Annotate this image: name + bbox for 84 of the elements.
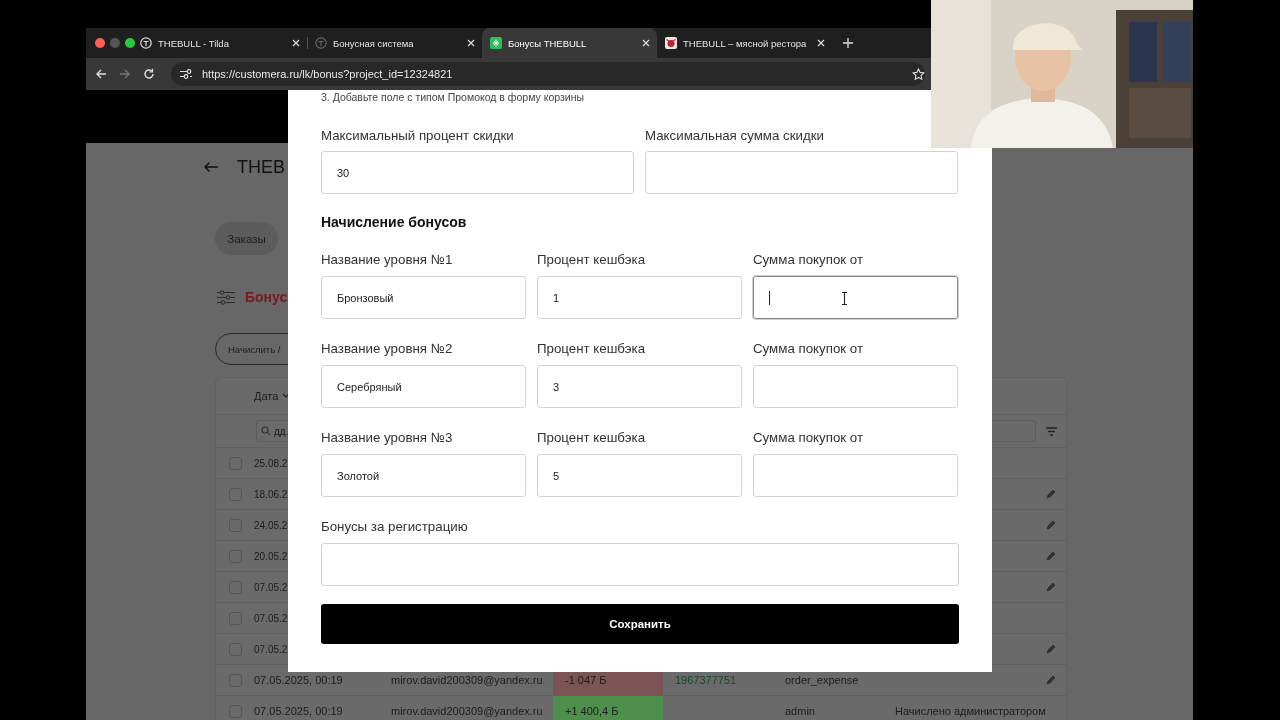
- date-text: 20.05.2: [254, 550, 288, 562]
- comment-text: Начислено администратором: [895, 705, 1046, 717]
- field-label: Максимальный процент скидки: [321, 128, 514, 144]
- field-value: 3: [553, 380, 560, 393]
- input-field[interactable]: 3: [537, 365, 742, 408]
- site-settings-icon[interactable]: [179, 68, 193, 80]
- text-cursor-icon: [841, 292, 848, 305]
- input-field[interactable]: Серебряный: [321, 365, 526, 408]
- url-text: https://customera.ru/lk/bonus?project_id=12324821: [202, 68, 454, 80]
- field-label: Сумма покупок от: [753, 341, 863, 357]
- field-label: Сумма покупок от: [753, 252, 863, 268]
- window-control-icon[interactable]: [124, 37, 136, 49]
- search-icon: [261, 426, 271, 436]
- pencil-icon[interactable]: [1046, 644, 1056, 654]
- pencil-icon[interactable]: [1046, 582, 1056, 592]
- window-control-icon[interactable]: [94, 37, 106, 49]
- browser-tab[interactable]: THEBULL - Tilda: [132, 28, 307, 58]
- date-text: 25.08.2: [254, 457, 288, 469]
- date-text: 07.05.2025, 00:19: [254, 705, 343, 717]
- close-icon[interactable]: [641, 38, 651, 48]
- search-placeholder: дд.: [274, 425, 289, 437]
- browser-tab[interactable]: THEBULL – мясной рестора: [657, 28, 832, 58]
- field-value: Золотой: [337, 469, 380, 482]
- input-field[interactable]: 30: [321, 151, 634, 194]
- pencil-icon[interactable]: [1046, 551, 1056, 561]
- field-label: Процент кешбэка: [537, 252, 646, 268]
- input-field[interactable]: Золотой: [321, 454, 526, 497]
- browser-tab[interactable]: Бонусы THEBULL: [482, 28, 657, 58]
- tilda-logo-icon: [315, 37, 327, 49]
- section-heading: Начисление бонусов: [321, 214, 467, 230]
- field-label: Процент кешбэка: [537, 430, 646, 446]
- tab-title: Бонусная система: [333, 37, 415, 49]
- section-title: Бонус: [245, 289, 288, 305]
- input-field[interactable]: Бронзовый: [321, 276, 526, 319]
- input-field[interactable]: [753, 276, 958, 319]
- bull-logo-icon: [665, 37, 677, 49]
- new-tab-icon[interactable]: [842, 37, 854, 49]
- email-text: mirov.david200309@yandex.ru: [391, 705, 543, 717]
- order-number: 1967377751: [675, 674, 737, 686]
- address-bar[interactable]: https://customera.ru/lk/bonus?project_id=12324821: [171, 62, 925, 86]
- field-value: 5: [553, 469, 560, 482]
- page-title: THEB: [237, 156, 285, 178]
- date-text: 07.05.2: [254, 581, 288, 593]
- date-text: 24.05.2: [254, 519, 288, 531]
- field-label: Процент кешбэка: [537, 341, 646, 357]
- field-value: 30: [337, 166, 350, 179]
- back-arrow-icon[interactable]: [203, 161, 219, 173]
- pencil-icon[interactable]: [1046, 520, 1056, 530]
- tab-title: THEBULL - Tilda: [158, 37, 230, 49]
- field-label: Сумма покупок от: [753, 430, 863, 446]
- field-label: Максимальная сумма скидки: [645, 128, 824, 144]
- input-field[interactable]: 1: [537, 276, 742, 319]
- sliders-icon: [217, 289, 235, 305]
- instruction-text: 3. Добавьте поле с типом Промокод в форму корзины: [321, 90, 584, 104]
- back-icon[interactable]: [95, 68, 107, 80]
- browser-tab[interactable]: Бонусная система: [307, 28, 482, 58]
- field-value: Бронзовый: [337, 291, 394, 304]
- star-icon[interactable]: [912, 67, 925, 81]
- forward-icon[interactable]: [119, 68, 131, 80]
- tab-title: Бонусы THEBULL: [508, 37, 588, 49]
- filter-icon[interactable]: [1046, 426, 1057, 436]
- field-value: 1: [553, 291, 560, 304]
- input-field[interactable]: 5: [537, 454, 742, 497]
- date-text: 07.05.2: [254, 612, 288, 624]
- operation-type: order_expense: [785, 674, 859, 686]
- tilda-logo-icon: [140, 37, 152, 49]
- tab-title: THEBULL – мясной рестора: [683, 37, 808, 49]
- email-text: mirov.david200309@yandex.ru: [391, 674, 543, 686]
- field-label: Название уровня №3: [321, 430, 453, 446]
- close-icon[interactable]: [816, 38, 826, 48]
- date-text: 18.06.2: [254, 488, 288, 500]
- close-icon[interactable]: [466, 38, 476, 48]
- pencil-icon[interactable]: [1046, 489, 1056, 499]
- date-text: 07.05.2: [254, 643, 288, 655]
- field-label: Название уровня №1: [321, 252, 453, 268]
- field-value: Серебряный: [337, 380, 402, 393]
- amount-cell: +1 400,4 Б: [553, 696, 663, 720]
- field-label: Бонусы за регистрацию: [321, 519, 468, 535]
- pencil-icon[interactable]: [1046, 675, 1056, 685]
- save-button[interactable]: Сохранить: [321, 604, 959, 644]
- reload-icon[interactable]: [143, 68, 155, 80]
- date-text: 07.05.2025, 00:19: [254, 674, 343, 686]
- close-icon[interactable]: [291, 38, 301, 48]
- operation-type: admin: [785, 705, 815, 717]
